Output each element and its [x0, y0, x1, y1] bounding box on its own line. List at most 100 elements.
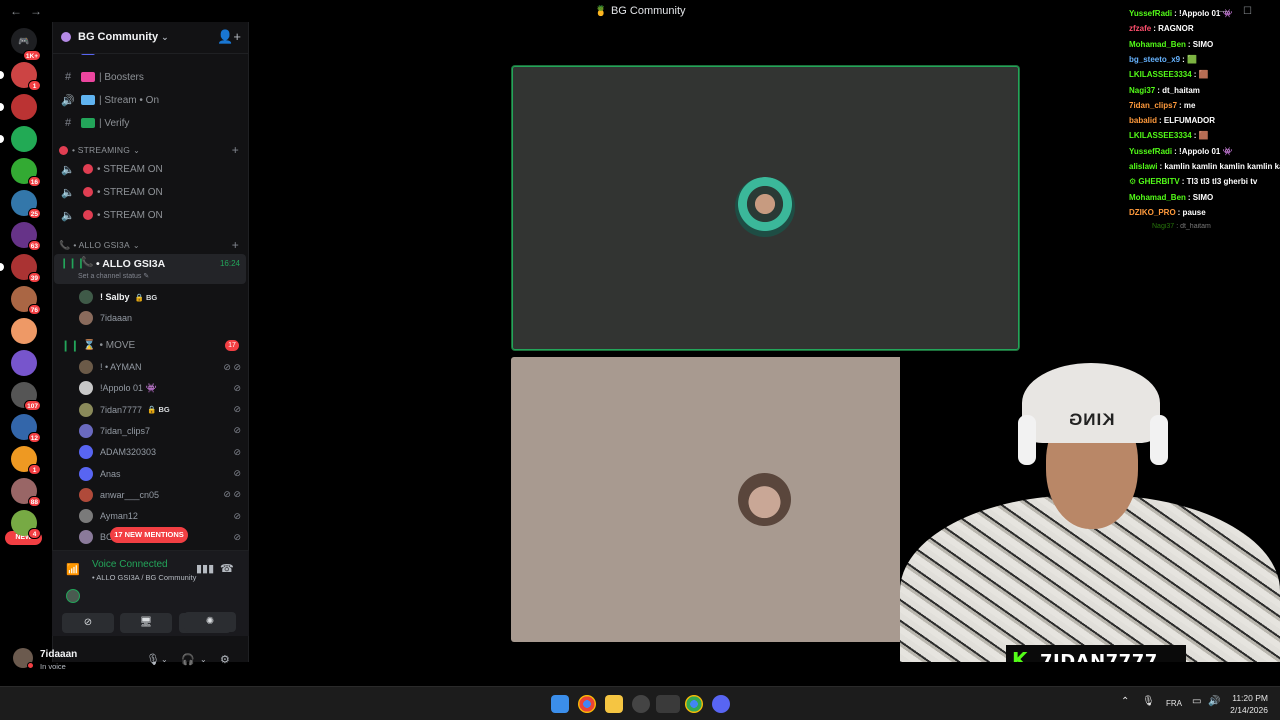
new-mentions-pill[interactable]: 17 NEW MENTIONS [110, 527, 188, 543]
server-icon[interactable] [11, 94, 37, 120]
voice-user[interactable]: 7idan_clips7 ⊘ [79, 421, 245, 441]
server-icon[interactable]: 63 [11, 222, 41, 251]
active-voice-channel[interactable]: ❙❙❙ 📞 • ALLO GSI3A 16:24 Set a channel s… [54, 254, 246, 284]
language-indicator[interactable]: FRA [1166, 699, 1182, 708]
server-badge: 88 [27, 496, 41, 507]
channel-stream-on[interactable]: 🔈 • STREAM ON [57, 159, 245, 179]
clock[interactable]: 11:20 PM 2/14/2026 [1230, 692, 1268, 716]
server-icon[interactable]: 1 [11, 446, 41, 475]
chat-username: DZIKO_PRO [1129, 207, 1176, 217]
voice-wave-icon: ❙❙ [61, 339, 80, 352]
invite-icon[interactable]: 👤+ [217, 29, 241, 45]
streamer-handle: 7IDAN7777 [1040, 651, 1158, 662]
minimize-icon[interactable]: — [1216, 6, 1226, 17]
screen-share-button[interactable]: 🖥 [120, 613, 172, 633]
server-icon[interactable]: 76 [11, 286, 41, 315]
server-icon[interactable]: 16 [11, 158, 41, 187]
chat-text: : pause [1177, 207, 1206, 217]
guild-header[interactable]: BG Community ⌄ 👤+ [53, 22, 248, 54]
voice-user[interactable]: ! Salby 🔒 BG [79, 287, 245, 307]
mention-badge: 17 [225, 339, 239, 351]
chevron-down-icon: ⌄ [161, 32, 169, 42]
server-badge: 39 [27, 272, 41, 283]
start-button[interactable] [551, 695, 569, 713]
server-icon[interactable]: 107 [11, 382, 41, 411]
channel-status-link[interactable]: Set a channel status ✎ [78, 272, 149, 280]
server-icon[interactable]: 88 [11, 478, 41, 507]
chat-text: : !Appolo 01 👾 [1174, 146, 1233, 156]
camera-off-button[interactable]: ⊘ [62, 613, 114, 633]
channel-item[interactable]: # | Boosters [57, 67, 245, 87]
active-app-icon[interactable] [656, 695, 680, 713]
voice-user[interactable]: Anas ⊘ [79, 464, 245, 484]
window-controls: — ☐ [1216, 6, 1252, 17]
voice-user[interactable]: Ayman12 ⊘ [79, 506, 245, 526]
server-icon[interactable]: 25 [11, 190, 41, 219]
signal-icon[interactable]: 📶 [66, 563, 80, 576]
home-button[interactable]: 🎮 1K+ [11, 28, 41, 61]
category-allo[interactable]: 📞 • ALLO GSI3A ⌄ + [59, 238, 245, 252]
voice-user[interactable]: 7idan7777 🔒 BG ⊘ [79, 400, 245, 420]
muted-icon: ⊘ [233, 468, 241, 478]
voice-user[interactable]: !Appolo 01 👾 ⊘ [79, 378, 245, 398]
server-icon[interactable]: 1 [11, 62, 41, 91]
video-tile-speaking[interactable] [512, 66, 1019, 350]
channel-item[interactable]: # | Verify [57, 113, 245, 133]
category-streaming[interactable]: • STREAMING ⌄ + [59, 143, 245, 157]
avatar [79, 311, 93, 325]
chrome-icon[interactable] [578, 695, 596, 713]
chat-text: : dt_haitam [1157, 85, 1200, 95]
chat-text: : Tl3 tl3 tl3 gherbi tv [1181, 177, 1258, 187]
microphone-icon[interactable]: 🎙 [146, 653, 160, 666]
soundboard-button[interactable]: ✺ [184, 612, 236, 632]
server-icon[interactable]: 39 [11, 254, 41, 283]
voice-user[interactable]: 7idaaan [79, 308, 245, 328]
server-icon[interactable] [11, 126, 37, 152]
server-badge: 16 [27, 176, 41, 187]
maximize-icon[interactable]: ☐ [1243, 6, 1252, 17]
server-icon[interactable]: 4 [11, 510, 41, 539]
chevron-up-icon[interactable]: ⌃ [1121, 696, 1129, 707]
add-channel-icon[interactable]: + [232, 143, 239, 157]
app-icon[interactable] [632, 695, 650, 713]
user-name: Ayman12 [100, 511, 138, 522]
channel-item[interactable]: 🔊 | Stream • On [57, 90, 245, 110]
hourglass-icon: ⌛ [83, 339, 96, 351]
voice-user[interactable]: anwar___cn05 ⊘ ⊘ [79, 485, 245, 505]
server-glyph-icon: 🍍 [594, 6, 607, 17]
chat-username: babalid [1129, 116, 1158, 126]
server-badge: 12 [27, 432, 41, 443]
chevron-down-icon[interactable]: ⌄ [200, 655, 207, 664]
muted-icon: ⊘ [233, 425, 241, 436]
disconnect-icon[interactable]: ☎ [220, 562, 234, 575]
voice-location[interactable]: • ALLO GSI3A / BG Community [92, 573, 196, 582]
avatar [79, 402, 93, 417]
speaker-icon[interactable]: 🔊 [1208, 696, 1220, 707]
channel-stream-on[interactable]: 🔈 • STREAM ON [57, 182, 245, 202]
add-channel-icon[interactable]: + [232, 238, 239, 252]
file-explorer-icon[interactable] [605, 695, 623, 713]
chrome-profile-icon[interactable] [685, 695, 703, 713]
voice-user[interactable]: ADAM320303 ⊘ [79, 442, 245, 462]
chat-message: Nagi37: dt_haitam [1152, 223, 1280, 230]
headphone-graphic [1150, 415, 1168, 465]
display-icon[interactable]: ▭ [1192, 696, 1201, 707]
discord-logo-icon: 🎮 [18, 35, 30, 46]
discord-icon[interactable] [712, 695, 730, 713]
server-icon[interactable]: 12 [11, 414, 41, 443]
noise-suppression-icon[interactable]: ▮▮▮ [196, 562, 214, 575]
server-icon[interactable] [11, 350, 37, 376]
user-name: 7idan_clips7 [100, 425, 151, 436]
headphones-icon[interactable]: 🎧 [181, 653, 195, 666]
channel-move[interactable]: ❙❙ ⌛ • MOVE 17 [57, 335, 245, 355]
screen-share-icon: 🖥 [139, 617, 153, 628]
user-name[interactable]: 7idaaan [40, 649, 77, 660]
live-dot-icon [83, 164, 93, 174]
microphone-icon[interactable]: 🎙 [1142, 696, 1155, 707]
channel-emoji-icon [81, 118, 95, 128]
server-icon[interactable] [11, 318, 37, 344]
voice-user[interactable]: ! • AYMAN ⊘ ⊘ [79, 357, 245, 377]
gear-icon[interactable]: ⚙ [220, 653, 230, 666]
chevron-down-icon[interactable]: ⌄ [161, 655, 168, 664]
channel-stream-on[interactable]: 🔈 • STREAM ON [57, 205, 245, 225]
